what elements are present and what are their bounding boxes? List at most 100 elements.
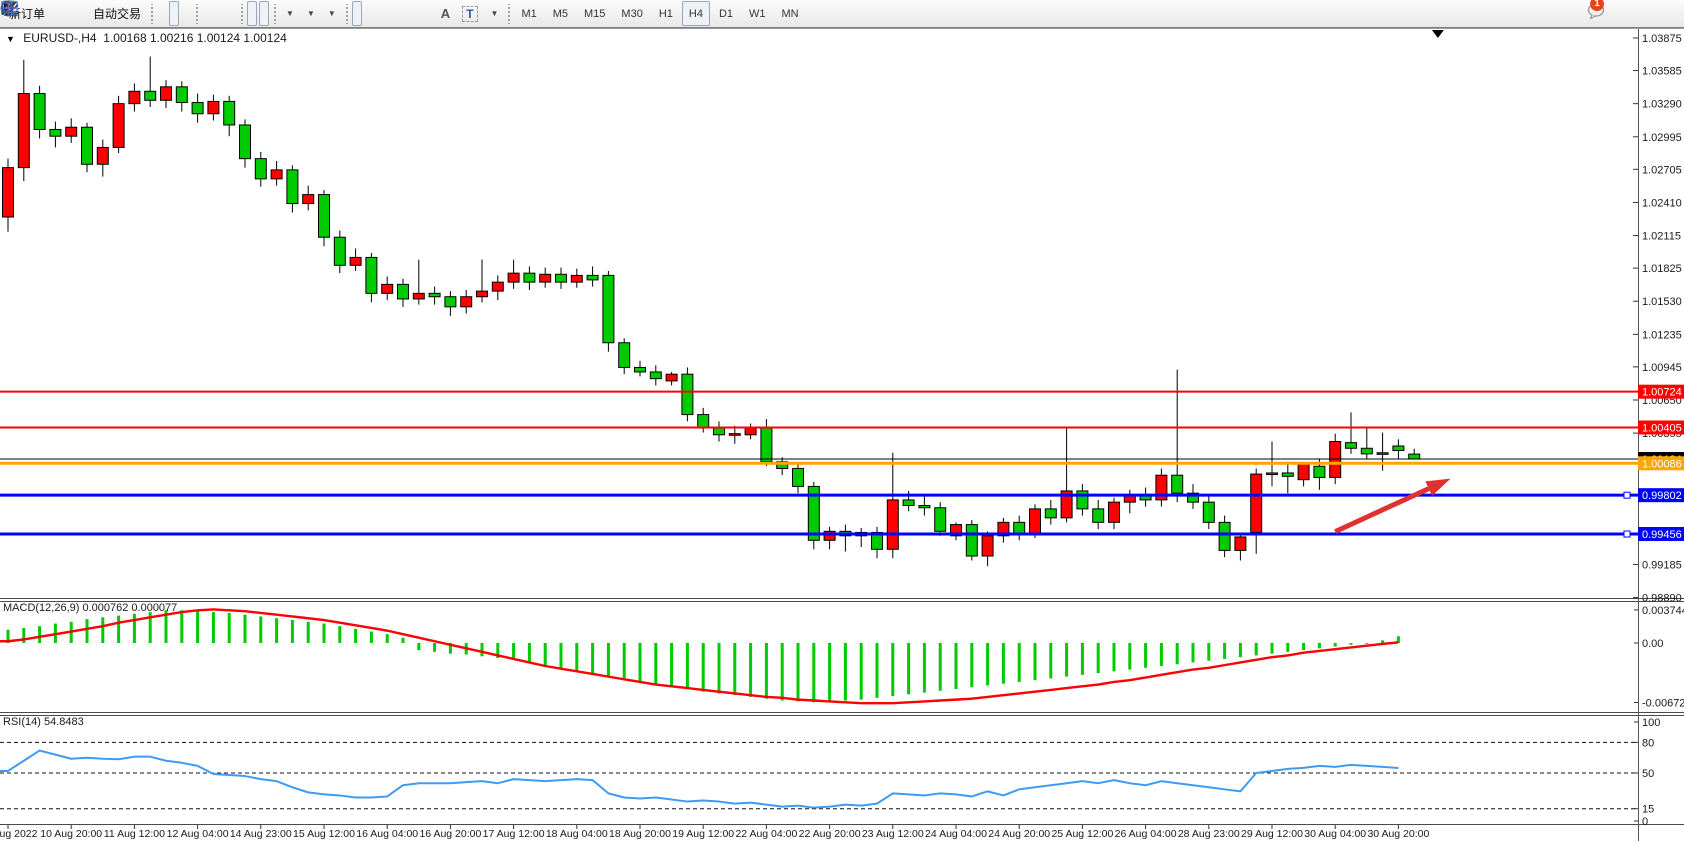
candle-down [398,284,409,299]
candle-up [271,170,282,179]
price-tag-label: 1.00724 [1642,387,1682,399]
candle-down [1219,522,1230,550]
chart-ohlc-values: 1.00168 1.00216 1.00124 1.00124 [103,31,287,45]
svg-text:1.03290: 1.03290 [1642,99,1682,111]
candle-down [1361,448,1372,454]
candle-up [666,374,677,381]
svg-text:15 Aug 12:00: 15 Aug 12:00 [293,828,355,840]
candle-up [382,284,393,293]
candle-down [1346,443,1357,449]
candle-up [571,275,582,282]
macd-indicator-label: MACD(12,26,9) 0.000762 0.000077 [3,602,177,614]
candle-down [429,293,440,296]
candle-up [540,274,551,282]
candle-down [319,195,330,238]
chart-background [0,28,1684,841]
candle-up [1235,537,1246,550]
svg-text:1.03875: 1.03875 [1642,33,1682,45]
chart-canvas[interactable]: 1.038751.035851.032901.029951.027051.024… [0,0,1684,841]
candle-down [1393,446,1404,450]
svg-text:12 Aug 04:00: 12 Aug 04:00 [167,828,229,840]
svg-text:26 Aug 04:00: 26 Aug 04:00 [1115,828,1177,840]
svg-text:0: 0 [1642,816,1648,828]
svg-text:0.99185: 0.99185 [1642,559,1682,571]
candle-down [966,525,977,556]
line-handle[interactable] [1624,531,1630,537]
candle-up [461,297,472,307]
svg-text:0.003744: 0.003744 [1642,605,1684,617]
candle-down [50,129,61,136]
svg-text:11 Aug 12:00: 11 Aug 12:00 [104,828,165,840]
price-tag-label: 1.00086 [1642,458,1682,470]
candle-up [887,500,898,549]
time-axis: 10 Aug 202210 Aug 20:0011 Aug 12:0012 Au… [0,825,1429,840]
candle-down [524,273,535,282]
candle-down [761,428,772,462]
candle-down [176,87,187,103]
svg-text:10 Aug 2022: 10 Aug 2022 [0,828,38,840]
candle-up [745,428,756,435]
candle-up [729,434,740,436]
candle-down [1282,473,1293,476]
svg-text:24 Aug 04:00: 24 Aug 04:00 [925,828,987,840]
candle-down [919,506,930,508]
candle-down [1172,475,1183,493]
candle-down [1409,454,1420,459]
candle-down [1077,491,1088,509]
candle-up [66,127,77,136]
svg-text:15: 15 [1642,804,1654,816]
candle-down [255,159,266,179]
candle-up [303,195,314,204]
candle-down [34,94,45,130]
candle-up [1251,474,1262,532]
svg-text:1.01530: 1.01530 [1642,296,1682,308]
svg-text:29 Aug 12:00: 29 Aug 12:00 [1241,828,1303,840]
candle-up [1377,453,1388,455]
svg-text:25 Aug 12:00: 25 Aug 12:00 [1051,828,1113,840]
price-tag-label: 0.99802 [1642,490,1682,502]
price-tag-label: 0.99456 [1642,529,1682,541]
chart-title: ▼ EURUSD-,H4 1.00168 1.00216 1.00124 1.0… [6,31,287,45]
candle-down [793,468,804,486]
candle-down [445,297,456,307]
candle-down [334,237,345,265]
svg-text:24 Aug 20:00: 24 Aug 20:00 [988,828,1050,840]
candle-up [1267,473,1278,475]
svg-text:1.01825: 1.01825 [1642,263,1682,275]
line-handle[interactable] [1624,492,1630,498]
svg-text:-0.006723: -0.006723 [1642,697,1684,709]
candle-up [1030,509,1041,534]
candle-down [556,274,567,282]
svg-text:22 Aug 04:00: 22 Aug 04:00 [735,828,797,840]
candle-down [1203,502,1214,522]
candle-up [3,168,14,217]
svg-text:0.98890: 0.98890 [1642,593,1682,605]
candle-up [350,257,361,265]
candle-down [1045,509,1056,518]
candle-down [287,170,298,204]
candle-up [208,101,219,113]
candle-down [240,125,251,159]
svg-text:50: 50 [1642,768,1654,780]
candle-down [903,500,914,506]
candle-down [682,374,693,414]
svg-text:100: 100 [1642,717,1660,729]
one-click-menu-icon[interactable]: ▼ [6,34,15,44]
svg-text:23 Aug 12:00: 23 Aug 12:00 [862,828,924,840]
candle-up [1298,464,1309,480]
rsi-indicator-label: RSI(14) 54.8483 [3,716,84,728]
candle-up [129,91,140,103]
candle-up [18,94,29,168]
candle-down [619,343,630,368]
candle-up [97,147,108,164]
candle-down [1314,466,1325,477]
svg-text:1.03585: 1.03585 [1642,66,1682,78]
candle-up [508,273,519,282]
svg-text:16 Aug 20:00: 16 Aug 20:00 [419,828,481,840]
svg-text:1.02115: 1.02115 [1642,231,1681,243]
candle-up [492,282,503,291]
svg-text:10 Aug 20:00: 10 Aug 20:00 [40,828,102,840]
svg-text:80: 80 [1642,737,1654,749]
candle-down [714,428,725,435]
candle-down [82,127,93,164]
